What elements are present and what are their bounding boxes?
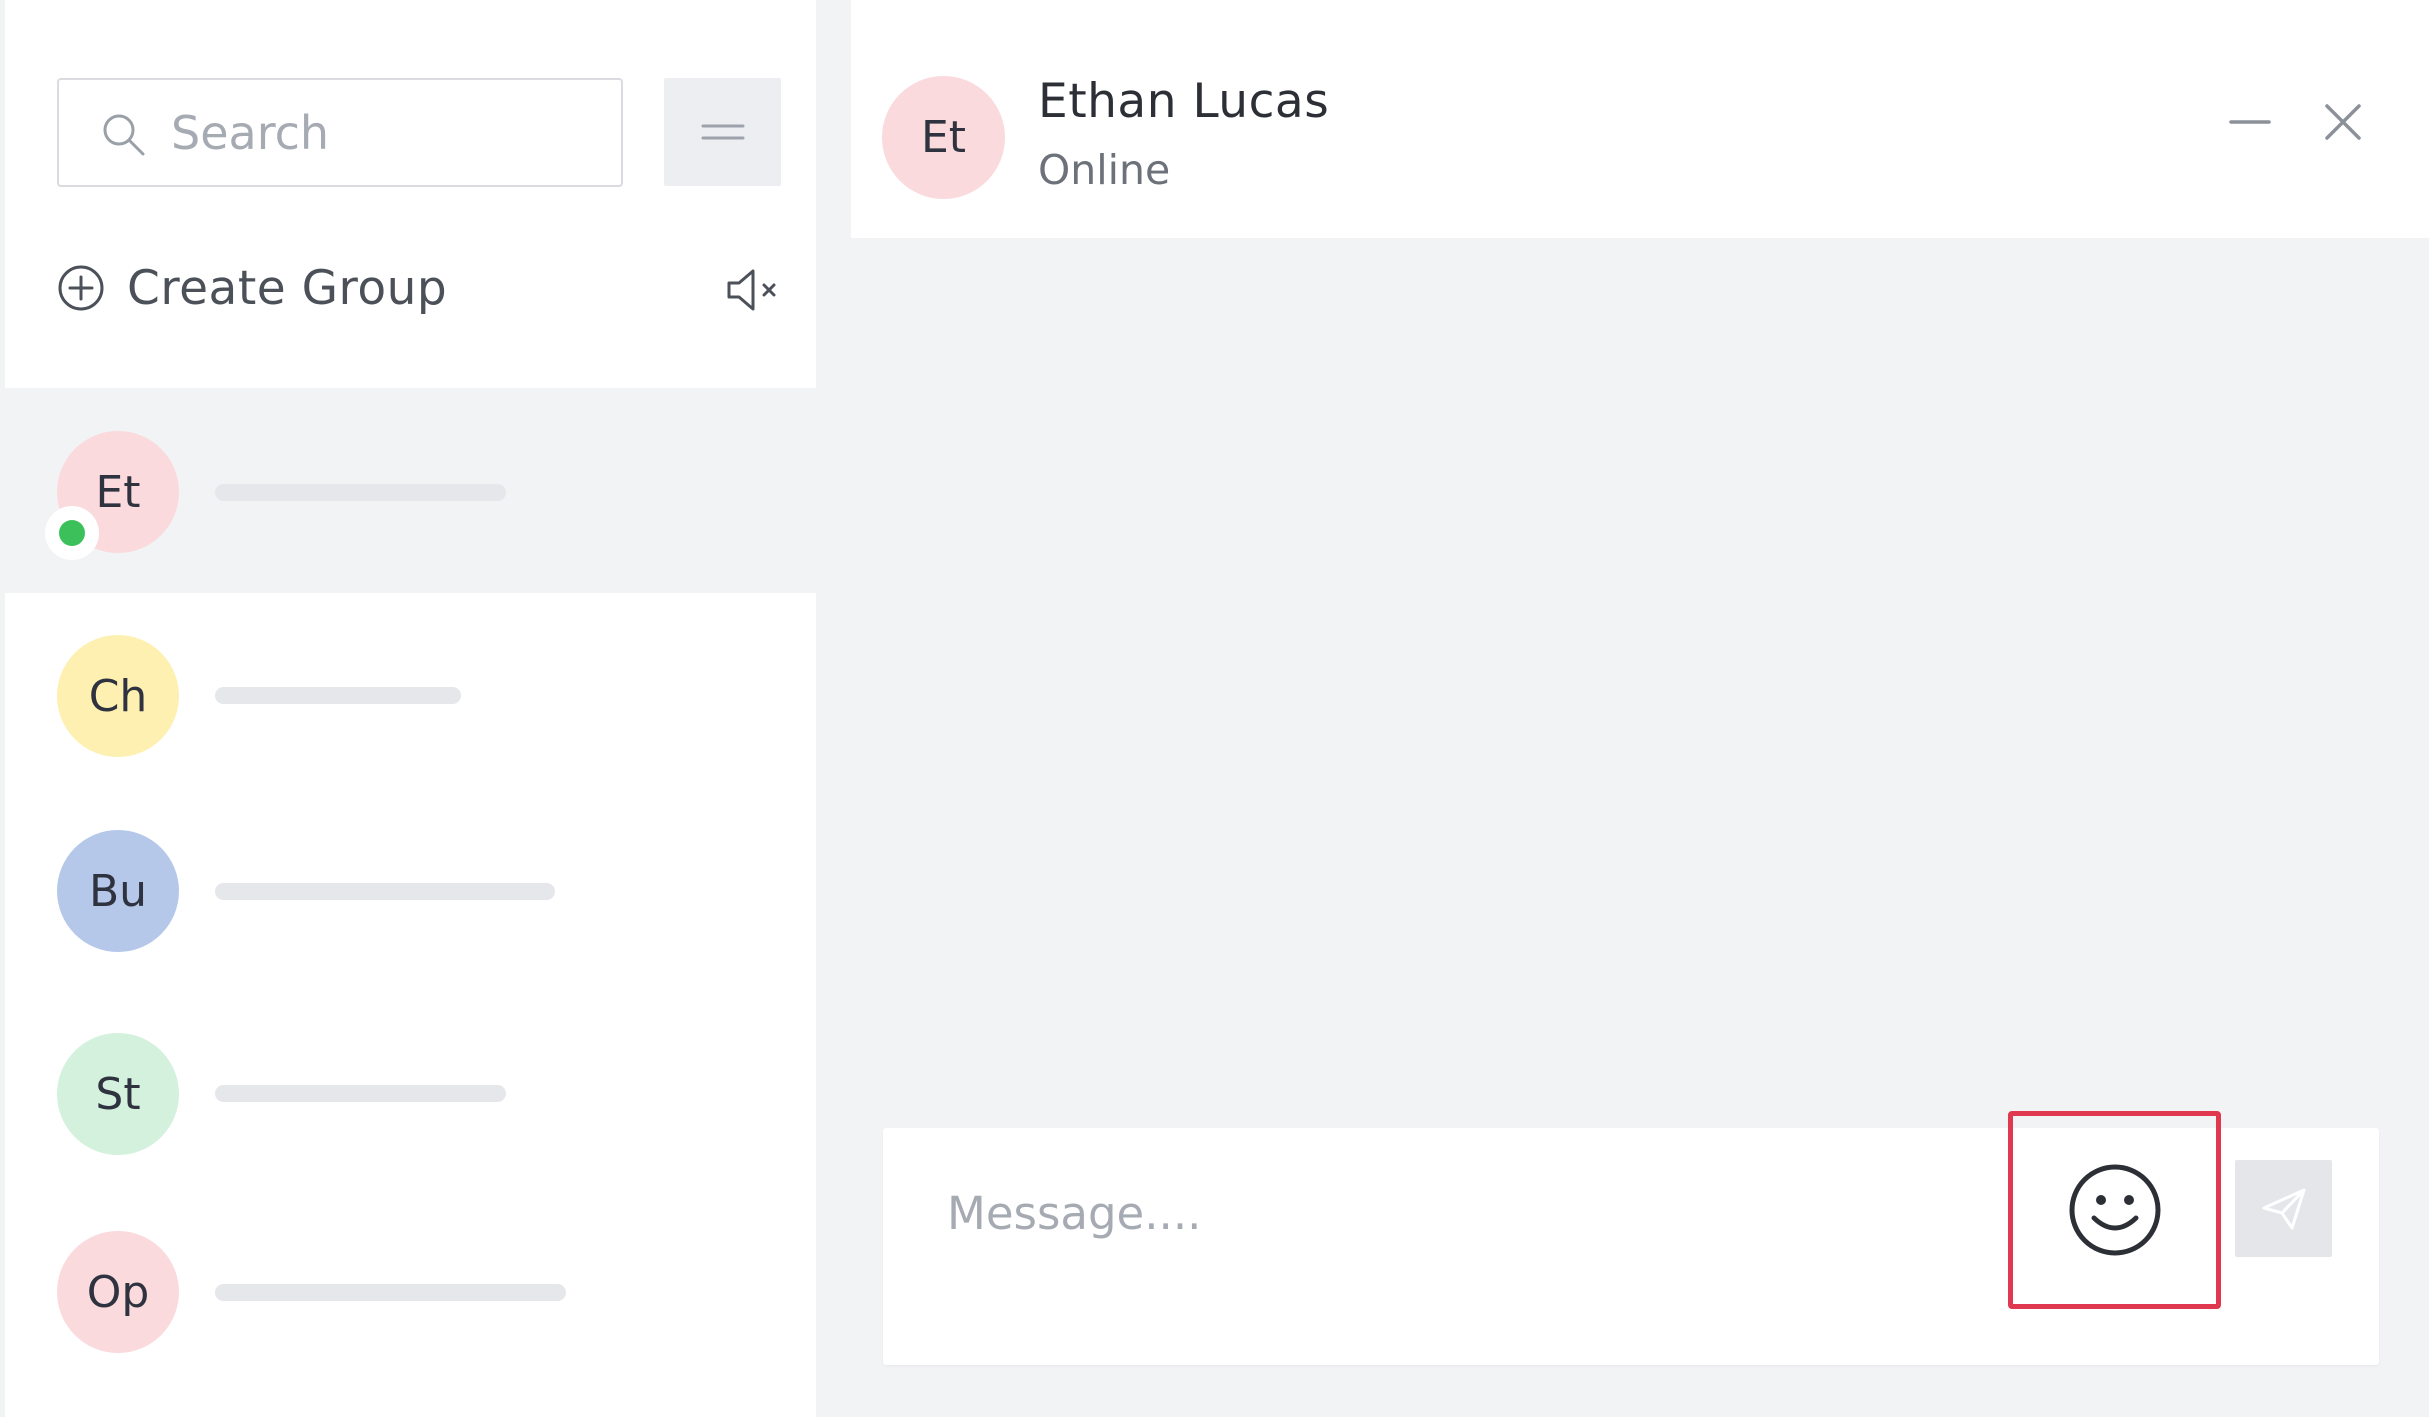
chat-contact-status: Online xyxy=(1038,146,1171,194)
message-preview-placeholder xyxy=(215,687,461,704)
search-icon xyxy=(103,114,145,156)
avatar: Op xyxy=(57,1231,179,1353)
search-input[interactable] xyxy=(171,94,601,172)
message-preview-placeholder xyxy=(215,1085,506,1102)
plus-circle-icon xyxy=(58,265,104,311)
avatar-initials: St xyxy=(95,1068,141,1120)
chat-app: Create Group Et xyxy=(0,0,2429,1417)
search-box[interactable] xyxy=(57,78,623,187)
avatar: Ch xyxy=(57,635,179,757)
chat-header: Et Ethan Lucas Online xyxy=(851,0,2429,238)
minimize-button[interactable] xyxy=(2220,92,2280,152)
avatar-initials: Ch xyxy=(88,670,148,722)
message-preview-placeholder xyxy=(215,484,506,501)
online-dot xyxy=(59,520,85,546)
message-input[interactable] xyxy=(947,1178,1847,1248)
send-button[interactable] xyxy=(2235,1160,2332,1257)
chat-contact-name: Ethan Lucas xyxy=(1038,74,1330,129)
message-preview-placeholder xyxy=(215,883,555,900)
message-preview-placeholder xyxy=(215,1284,566,1301)
avatar-initials: Op xyxy=(86,1266,150,1318)
avatar: Bu xyxy=(57,830,179,952)
mute-button[interactable] xyxy=(723,262,787,318)
contact-item[interactable]: Ch xyxy=(5,593,816,793)
online-indicator xyxy=(45,506,99,560)
speaker-mute-icon xyxy=(727,269,776,311)
emoji-button[interactable] xyxy=(2008,1111,2221,1309)
menu-icon xyxy=(701,124,744,140)
close-icon xyxy=(2325,104,2361,140)
chat-avatar: Et xyxy=(882,76,1005,199)
create-group-label: Create Group xyxy=(127,260,448,316)
contact-item[interactable]: Bu xyxy=(5,793,816,993)
avatar-initials: Et xyxy=(95,466,141,518)
contact-item[interactable]: Op xyxy=(5,1193,816,1393)
avatar: St xyxy=(57,1033,179,1155)
contact-list: Et Ch Bu St Op xyxy=(5,388,816,1393)
message-composer xyxy=(883,1111,2379,1365)
sidebar: Create Group Et xyxy=(5,0,816,1417)
send-icon xyxy=(2262,1188,2305,1229)
contact-item[interactable]: Et xyxy=(5,388,816,593)
contact-item[interactable]: St xyxy=(5,993,816,1193)
minimize-icon xyxy=(2229,120,2271,124)
create-group-button[interactable]: Create Group xyxy=(57,250,447,326)
smiley-icon xyxy=(2069,1164,2160,1256)
menu-button[interactable] xyxy=(664,78,781,186)
avatar-initials: Bu xyxy=(88,865,148,917)
avatar-initials: Et xyxy=(920,112,967,163)
close-button[interactable] xyxy=(2313,92,2373,152)
